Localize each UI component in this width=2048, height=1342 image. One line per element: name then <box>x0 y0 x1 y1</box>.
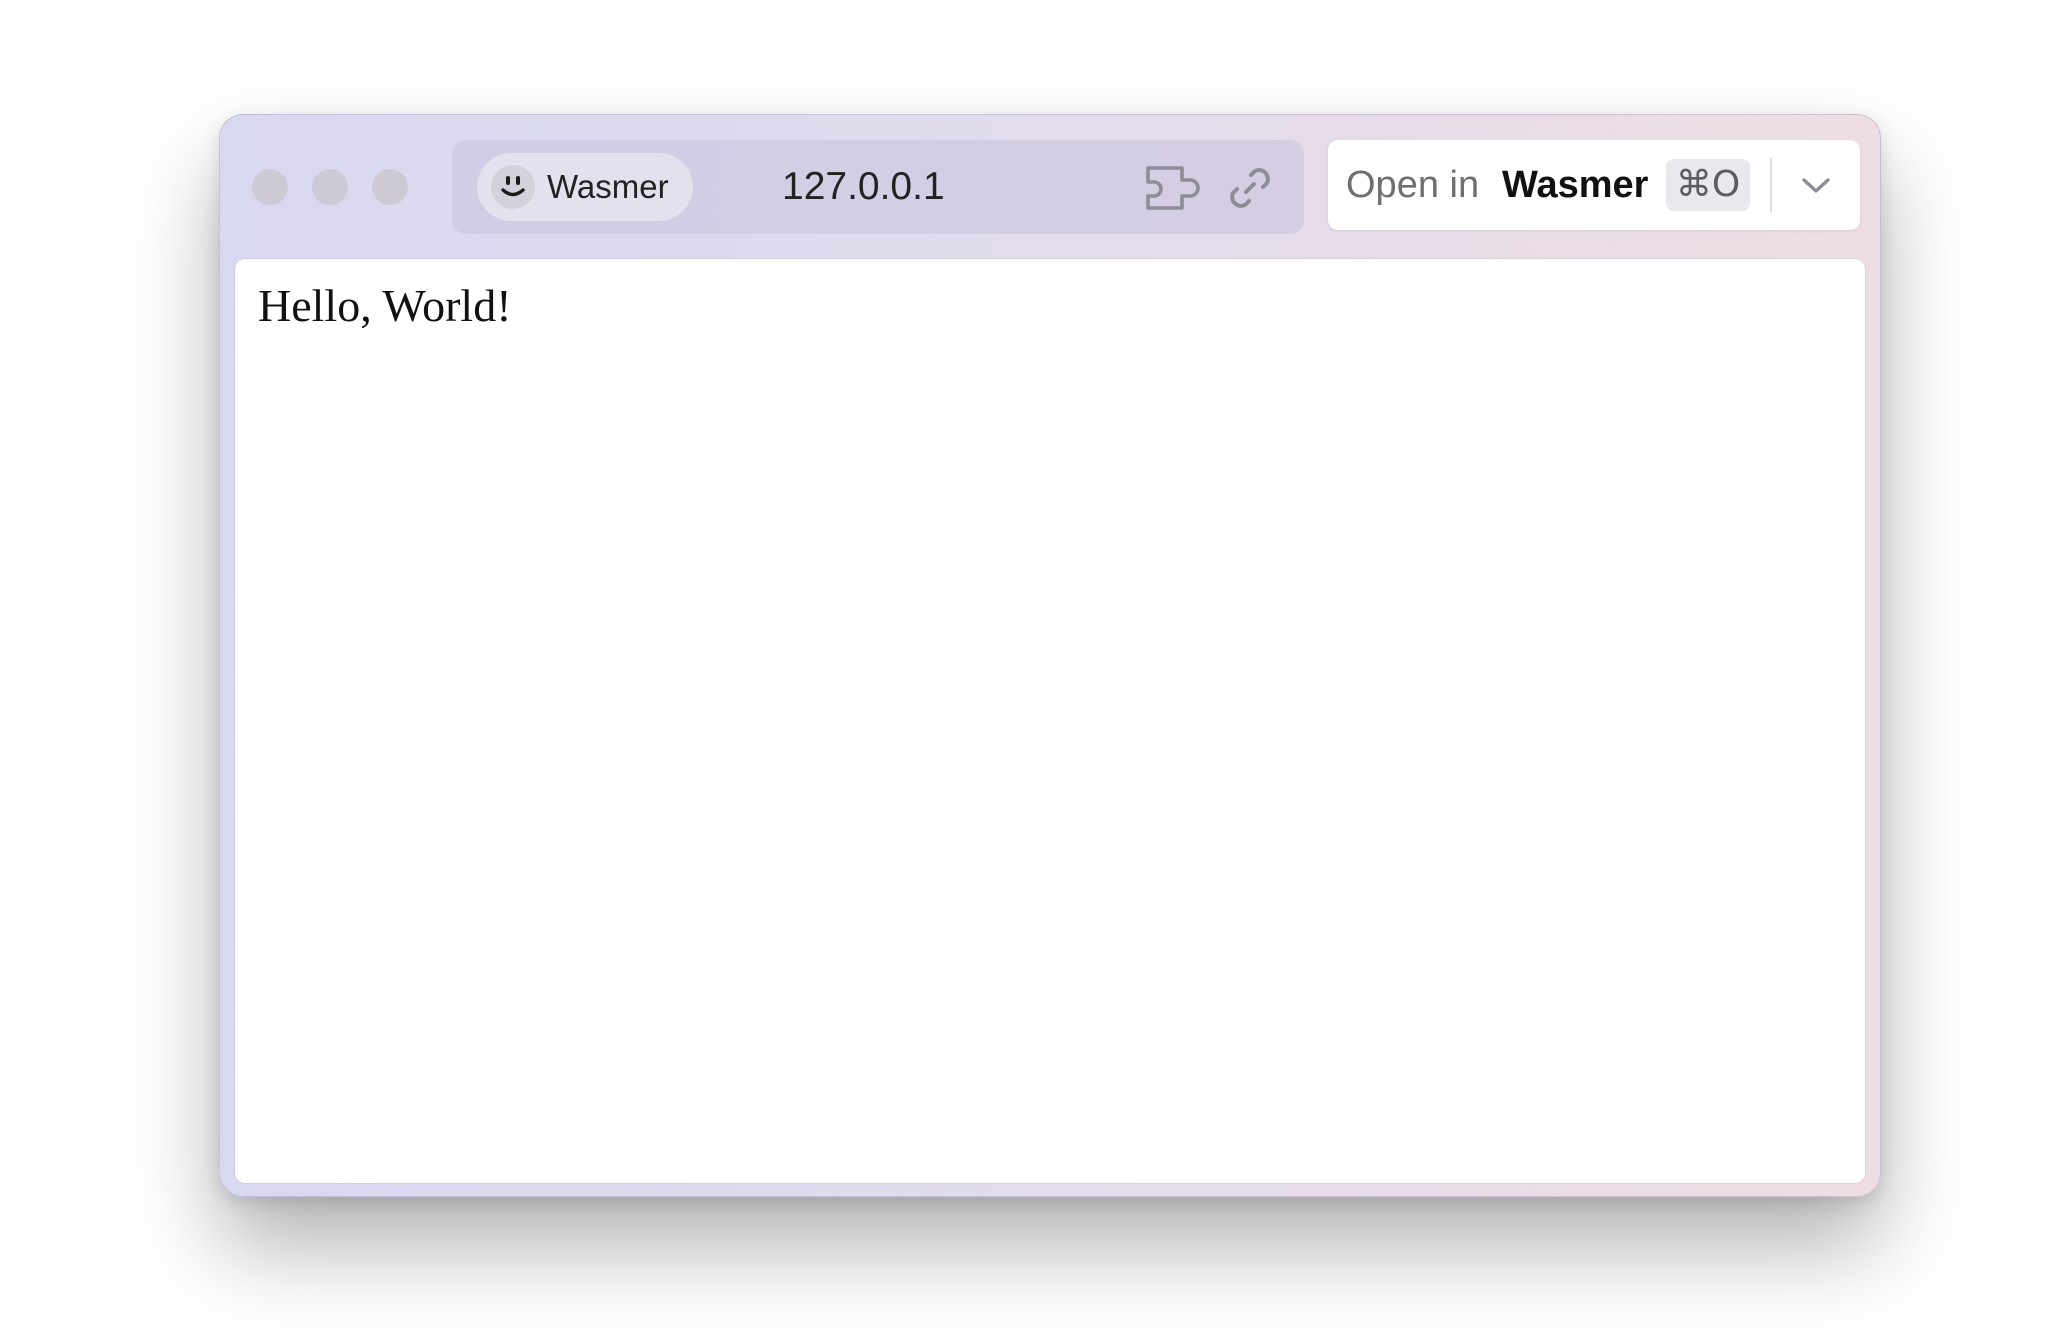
open-options-dropdown[interactable] <box>1772 140 1860 230</box>
open-in-prefix: Open in <box>1346 164 1480 206</box>
minimize-window-button[interactable] <box>312 169 348 205</box>
web-content-area: Hello, World! <box>235 259 1865 1183</box>
open-in-app-name: Wasmer <box>1502 164 1649 206</box>
page-body-text: Hello, World! <box>258 280 512 331</box>
site-name-label: Wasmer <box>547 168 669 205</box>
link-icon[interactable] <box>1224 162 1276 214</box>
extension-icon[interactable] <box>1140 160 1206 216</box>
smiley-icon <box>491 165 535 209</box>
open-in-app-button[interactable]: Open in Wasmer ⌘O <box>1328 140 1770 230</box>
address-bar[interactable]: Wasmer 127.0.0.1 <box>452 140 1304 234</box>
keyboard-shortcut-badge: ⌘O <box>1666 159 1750 211</box>
chevron-down-icon <box>1802 178 1830 193</box>
browser-window: Wasmer 127.0.0.1 Open in Wasmer ⌘O Hello… <box>219 114 1881 1197</box>
address-text[interactable]: 127.0.0.1 <box>782 162 945 212</box>
zoom-window-button[interactable] <box>372 169 408 205</box>
close-window-button[interactable] <box>252 169 288 205</box>
screenshot-stage: Wasmer 127.0.0.1 Open in Wasmer ⌘O Hello… <box>0 0 2048 1342</box>
site-identity-pill[interactable]: Wasmer <box>477 153 693 221</box>
open-in-app-split-button: Open in Wasmer ⌘O <box>1328 140 1860 230</box>
